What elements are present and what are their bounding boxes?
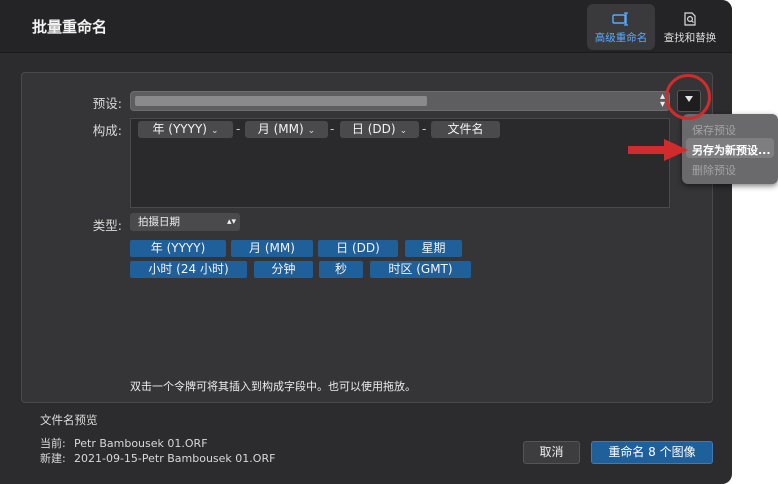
preview-title: 文件名预览 <box>40 413 98 427</box>
palette-token-timezone[interactable]: 时区 (GMT) <box>370 261 471 278</box>
menu-item-delete-preset[interactable]: 删除预设 <box>692 162 736 178</box>
palette-token-minute[interactable]: 分钟 <box>254 261 313 278</box>
preset-label: 预设: <box>92 96 122 111</box>
type-select[interactable]: 拍摄日期 ▴▾ <box>130 213 240 231</box>
find-replace-label: 查找和替换 <box>663 32 717 44</box>
composition-token-filename[interactable]: 文件名 <box>431 121 500 138</box>
composition-label: 构成: <box>92 123 122 138</box>
chevron-down-icon: ⌄ <box>210 126 219 136</box>
type-select-value: 拍摄日期 <box>138 216 180 228</box>
menu-item-save-preset[interactable]: 保存预设 <box>692 122 736 138</box>
palette-token-month[interactable]: 月 (MM) <box>231 240 313 257</box>
composition-token-month[interactable]: 月 (MM) ⌄ <box>245 121 328 138</box>
advanced-rename-label: 高级重命名 <box>594 32 648 44</box>
chevron-down-icon: ⌄ <box>307 126 316 136</box>
title-bar: 批量重命名 高级重命名 查找和替换 <box>0 0 732 53</box>
advanced-rename-icon <box>612 12 628 26</box>
composition-token-year[interactable]: 年 (YYYY) ⌄ <box>138 121 233 138</box>
annotation-arrow-icon <box>628 139 688 161</box>
preset-value-redacted <box>135 96 427 106</box>
preview-current: 当前: Petr Bambousek 01.ORF <box>40 437 208 450</box>
token-separator: - <box>330 122 335 136</box>
cancel-button[interactable]: 取消 <box>523 441 580 464</box>
composition-token-day[interactable]: 日 (DD) ⌄ <box>340 121 419 138</box>
palette-token-day[interactable]: 日 (DD) <box>318 240 398 257</box>
find-replace-tab[interactable]: 查找和替换 <box>656 4 724 50</box>
preset-menu: 保存预设 另存为新预设... 删除预设 <box>682 114 778 184</box>
rename-button[interactable]: 重命名 8 个图像 <box>591 441 713 464</box>
chevron-down-icon: ⌄ <box>399 126 408 136</box>
palette-token-hour[interactable]: 小时 (24 小时) <box>130 261 247 278</box>
palette-token-weekday[interactable]: 星期 <box>405 240 462 257</box>
advanced-rename-tab[interactable]: 高级重命名 <box>587 4 655 50</box>
annotation-circle <box>665 74 711 120</box>
type-label: 类型: <box>92 218 122 233</box>
palette-token-second[interactable]: 秒 <box>319 261 363 278</box>
preset-select[interactable]: ▴ ▾ <box>130 91 670 111</box>
find-replace-icon <box>684 12 696 26</box>
preview-new: 新建: 2021-09-15-Petr Bambousek 01.ORF <box>40 452 276 465</box>
window-title: 批量重命名 <box>32 18 108 36</box>
menu-item-save-as-new-preset[interactable]: 另存为新预设... <box>692 142 771 158</box>
hint-text: 双击一个令牌可将其插入到构成字段中。也可以使用拖放。 <box>130 380 416 393</box>
batch-rename-window: 批量重命名 高级重命名 查找和替换 预设: ▴ ▾ 构成: 年 (YYYY) ⌄… <box>0 0 732 484</box>
palette-token-year[interactable]: 年 (YYYY) <box>130 240 226 257</box>
token-separator: - <box>236 122 241 136</box>
token-separator: - <box>422 122 427 136</box>
updown-arrows-icon: ▴▾ <box>226 217 236 227</box>
